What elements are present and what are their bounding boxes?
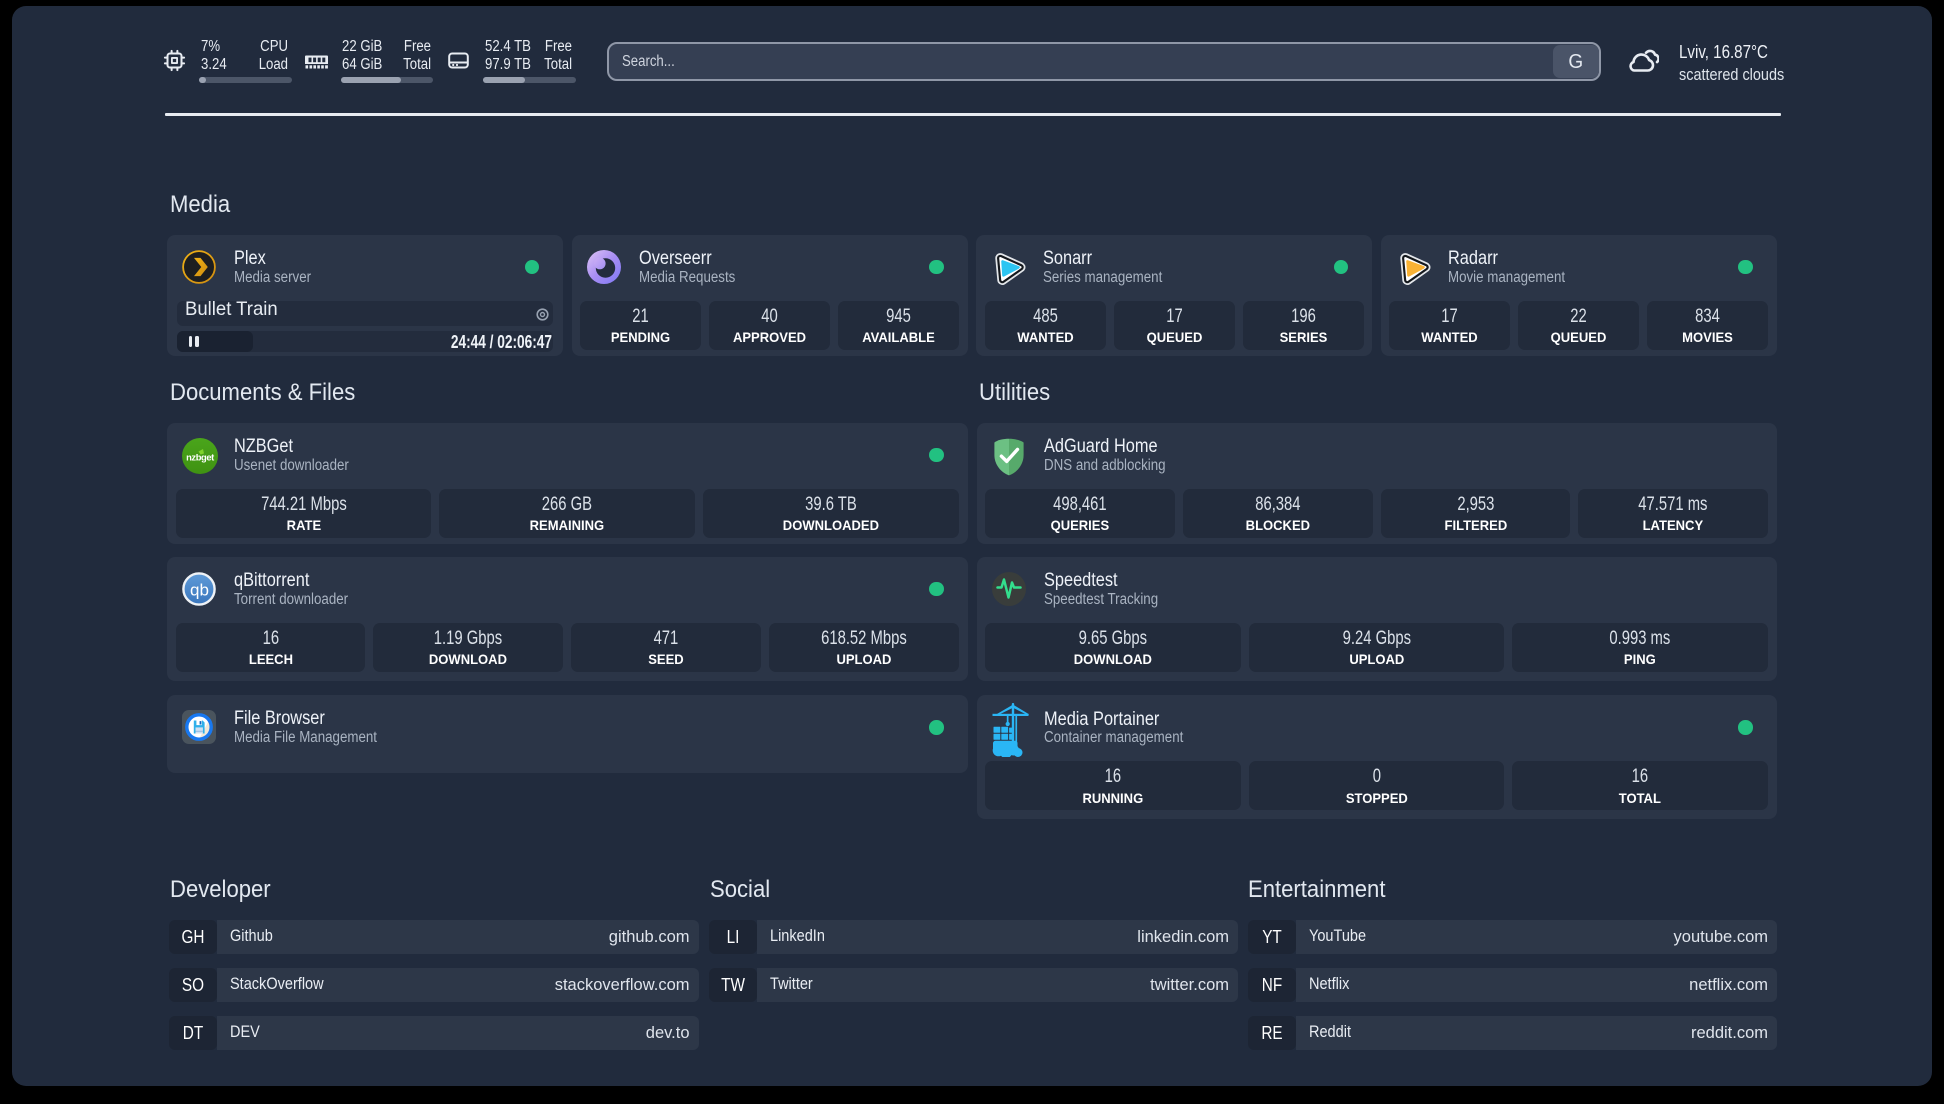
svg-text:qb: qb — [190, 581, 209, 600]
svg-text:nzbget: nzbget — [186, 451, 214, 462]
